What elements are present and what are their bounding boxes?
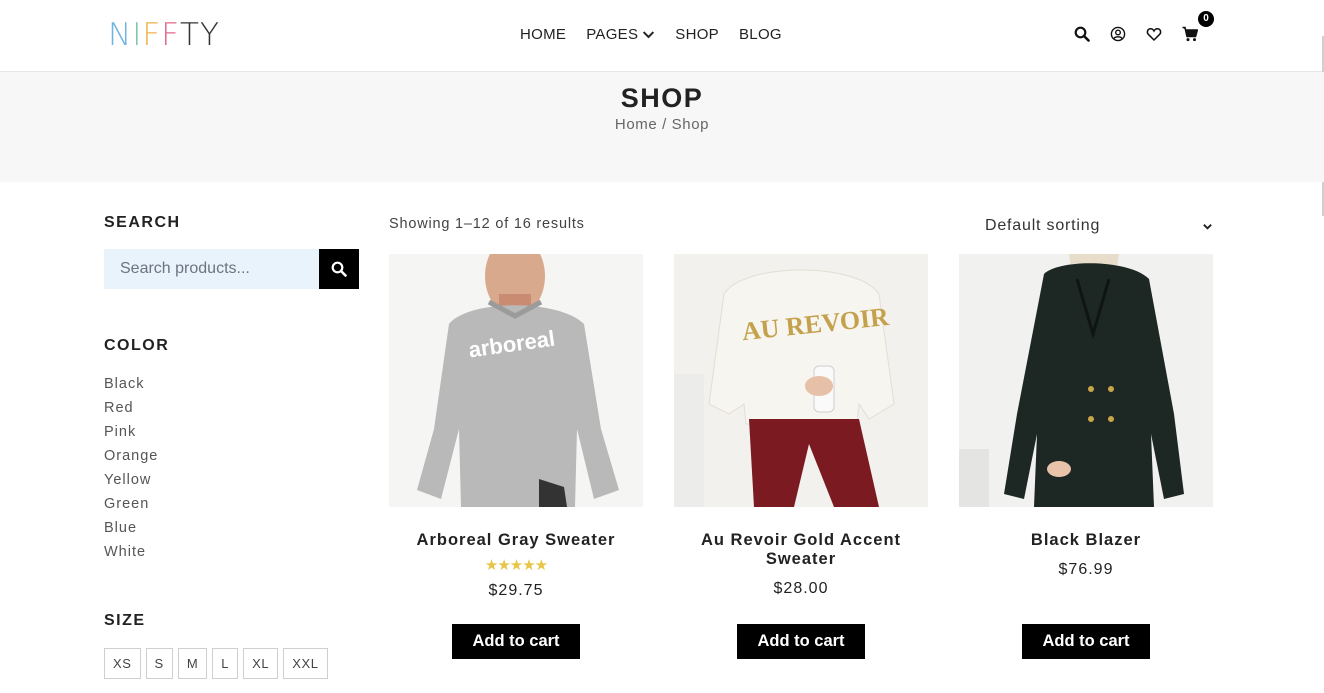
product-rating: ★★★★★ bbox=[484, 557, 548, 574]
logo-letter: I bbox=[132, 17, 143, 53]
page-banner: SHOP Home / Shop bbox=[0, 72, 1324, 182]
product-photo bbox=[959, 254, 1213, 507]
breadcrumb: Home / Shop bbox=[0, 116, 1324, 133]
color-filter-blue[interactable]: Blue bbox=[104, 518, 158, 542]
product-card: arboreal Arboreal Gray Sweater ★★★★★ $29… bbox=[389, 254, 643, 693]
color-filter-list: Black Red Pink Orange Yellow Green Blue … bbox=[104, 374, 158, 566]
product-photo: arboreal bbox=[389, 254, 643, 507]
search-icon[interactable] bbox=[1074, 26, 1090, 42]
logo[interactable]: NIFFTY bbox=[108, 18, 220, 52]
color-filter-green[interactable]: Green bbox=[104, 494, 158, 518]
breadcrumb-home-link[interactable]: Home bbox=[615, 116, 657, 133]
color-filter-yellow[interactable]: Yellow bbox=[104, 470, 158, 494]
nav-pages-label: PAGES bbox=[586, 26, 639, 43]
add-to-cart-button[interactable]: Add to cart bbox=[737, 624, 865, 659]
breadcrumb-separator: / bbox=[657, 116, 672, 133]
logo-letter: N bbox=[108, 17, 133, 53]
product-card: AU REVOIR Au Revoir Gold Accent Sweater … bbox=[674, 254, 928, 693]
size-filter-list: XS S M L XL XXL bbox=[104, 648, 328, 679]
cart-count-badge: 0 bbox=[1198, 11, 1214, 27]
nav-shop-label: SHOP bbox=[675, 26, 719, 43]
logo-letter: T bbox=[180, 17, 200, 53]
main-nav: HOME PAGES SHOP BLOG bbox=[520, 26, 782, 43]
search-heading: SEARCH bbox=[104, 214, 181, 231]
breadcrumb-current: Shop bbox=[671, 116, 710, 133]
color-filter-red[interactable]: Red bbox=[104, 398, 158, 422]
nav-shop[interactable]: SHOP bbox=[675, 26, 719, 43]
product-name[interactable]: Arboreal Gray Sweater bbox=[389, 531, 643, 550]
color-filter-white[interactable]: White bbox=[104, 542, 158, 566]
product-price: $76.99 bbox=[1058, 561, 1114, 578]
product-image-black-blazer[interactable] bbox=[959, 254, 1213, 507]
cart-icon[interactable] bbox=[1182, 26, 1198, 42]
product-image-au-revoir-sweater[interactable]: AU REVOIR bbox=[674, 254, 928, 507]
size-filter-xl[interactable]: XL bbox=[243, 648, 279, 679]
site-header: NIFFTY HOME PAGES SHOP BLOG 0 bbox=[0, 0, 1324, 72]
nav-home[interactable]: HOME bbox=[520, 26, 566, 43]
search-icon bbox=[331, 261, 347, 277]
heart-icon[interactable] bbox=[1146, 26, 1162, 42]
size-filter-s[interactable]: S bbox=[145, 648, 173, 679]
nav-blog[interactable]: BLOG bbox=[739, 26, 782, 43]
logo-letter: F bbox=[161, 17, 181, 53]
nav-pages[interactable]: PAGES bbox=[586, 26, 655, 43]
sorting-value: Default sorting bbox=[985, 217, 1101, 234]
search-button[interactable] bbox=[319, 249, 359, 289]
nav-blog-label: BLOG bbox=[739, 26, 782, 43]
search-input[interactable] bbox=[104, 249, 319, 289]
color-filter-orange[interactable]: Orange bbox=[104, 446, 158, 470]
page-title: SHOP bbox=[620, 83, 704, 113]
user-icon[interactable] bbox=[1110, 26, 1126, 42]
color-filter-pink[interactable]: Pink bbox=[104, 422, 158, 446]
product-card: Black Blazer $76.99 Add to cart bbox=[959, 254, 1213, 693]
sorting-select[interactable]: Default sorting bbox=[985, 215, 1213, 237]
color-filter-black[interactable]: Black bbox=[104, 374, 158, 398]
header-icons bbox=[1074, 26, 1198, 42]
product-name[interactable]: Black Blazer bbox=[959, 531, 1213, 550]
product-price: $28.00 bbox=[773, 580, 829, 597]
add-to-cart-button[interactable]: Add to cart bbox=[1022, 624, 1150, 659]
size-filter-l[interactable]: L bbox=[212, 648, 239, 679]
results-count: Showing 1–12 of 16 results bbox=[389, 216, 585, 232]
size-filter-xxl[interactable]: XXL bbox=[283, 648, 328, 679]
product-photo: AU REVOIR bbox=[674, 254, 928, 507]
product-price: $29.75 bbox=[488, 582, 544, 599]
logo-letter: Y bbox=[199, 17, 220, 53]
size-filter-m[interactable]: M bbox=[177, 648, 208, 679]
color-heading: COLOR bbox=[104, 337, 170, 354]
chevron-down-icon bbox=[643, 31, 655, 39]
nav-home-label: HOME bbox=[520, 26, 567, 43]
chevron-down-icon bbox=[1203, 223, 1212, 230]
product-search bbox=[104, 249, 359, 289]
size-heading: SIZE bbox=[104, 612, 146, 629]
add-to-cart-button[interactable]: Add to cart bbox=[452, 624, 580, 659]
logo-letter: F bbox=[142, 17, 162, 53]
product-image-gray-sweater[interactable]: arboreal bbox=[389, 254, 643, 507]
size-filter-xs[interactable]: XS bbox=[104, 648, 141, 679]
product-name[interactable]: Au Revoir Gold Accent Sweater bbox=[674, 531, 928, 569]
